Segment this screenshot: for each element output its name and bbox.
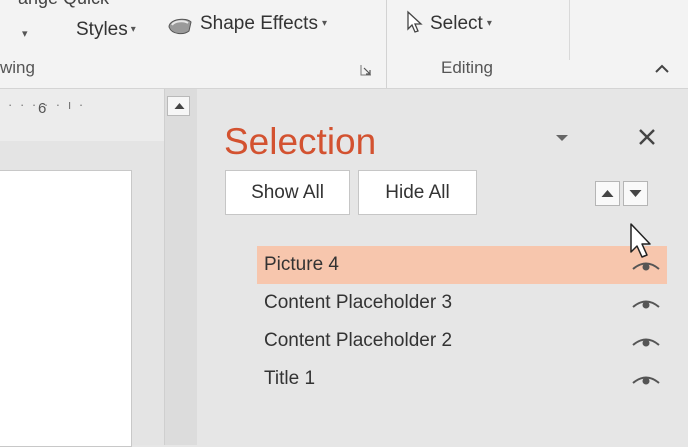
dialog-launcher-icon[interactable] bbox=[359, 63, 373, 77]
selection-pane: Selection Show All Hide All Picture 4 Co… bbox=[197, 89, 688, 445]
ruler-tick-label: 6 bbox=[38, 100, 47, 117]
quick-styles-button[interactable]: Styles ▾ bbox=[76, 19, 136, 41]
bring-forward-icon bbox=[601, 190, 614, 197]
pane-title: Selection bbox=[224, 121, 377, 162]
group-label-editing: Editing bbox=[441, 58, 493, 77]
vertical-scrollbar[interactable] bbox=[164, 89, 197, 445]
ruler-ticks: · · · · · ı · bbox=[8, 97, 86, 112]
show-all-button[interactable]: Show All bbox=[225, 170, 350, 215]
scroll-up-button[interactable] bbox=[167, 96, 190, 116]
list-item-label: Picture 4 bbox=[264, 254, 339, 275]
dropdown-icon[interactable] bbox=[555, 133, 569, 143]
ribbon-cut-text: ange Quick bbox=[18, 0, 109, 9]
ribbon-divider bbox=[386, 0, 387, 88]
send-backward-button[interactable] bbox=[623, 181, 648, 206]
eye-icon[interactable] bbox=[631, 373, 661, 387]
select-cursor-icon bbox=[407, 10, 423, 33]
chevron-down-icon: ▾ bbox=[486, 18, 492, 30]
bring-forward-button[interactable] bbox=[595, 181, 620, 206]
chevron-down-icon[interactable]: ▾ bbox=[22, 27, 28, 40]
select-button[interactable]: Select ▾ bbox=[430, 13, 492, 35]
ribbon: ange Quick ▾ Styles▾ Shape Effects▾ Sele… bbox=[0, 0, 688, 89]
collapse-ribbon-icon[interactable] bbox=[653, 62, 671, 76]
chevron-down-icon: ▾ bbox=[321, 18, 327, 30]
shape-effects-label: Shape Effects bbox=[200, 13, 318, 34]
list-item-label: Content Placeholder 3 bbox=[264, 292, 453, 313]
eye-icon[interactable] bbox=[631, 297, 661, 311]
list-item[interactable]: Content Placeholder 3 bbox=[257, 284, 667, 322]
ribbon-divider bbox=[569, 0, 570, 60]
list-item[interactable]: Title 1 bbox=[257, 360, 667, 398]
list-item-label: Content Placeholder 2 bbox=[264, 330, 453, 351]
slide[interactable] bbox=[0, 170, 132, 447]
quick-styles-label: Styles bbox=[76, 19, 128, 40]
close-icon[interactable] bbox=[636, 126, 658, 148]
mouse-cursor-icon bbox=[630, 223, 651, 258]
shape-effects-icon bbox=[168, 18, 192, 35]
eye-icon[interactable] bbox=[631, 335, 661, 349]
chevron-down-icon: ▾ bbox=[130, 24, 136, 36]
horizontal-ruler: · · · · · ı · 6 bbox=[0, 89, 164, 141]
list-item[interactable]: Content Placeholder 2 bbox=[257, 322, 667, 360]
eye-icon[interactable] bbox=[631, 259, 661, 273]
select-label: Select bbox=[430, 13, 483, 34]
scroll-up-icon bbox=[174, 103, 185, 109]
list-item-label: Title 1 bbox=[264, 368, 316, 389]
group-label-drawing: wing bbox=[0, 58, 35, 77]
shape-effects-button[interactable]: Shape Effects ▾ bbox=[200, 13, 327, 35]
hide-all-button[interactable]: Hide All bbox=[358, 170, 477, 215]
list-item[interactable]: Picture 4 bbox=[257, 246, 667, 284]
send-backward-icon bbox=[629, 190, 642, 197]
selection-list: Picture 4 Content Placeholder 3 Content … bbox=[257, 246, 667, 398]
